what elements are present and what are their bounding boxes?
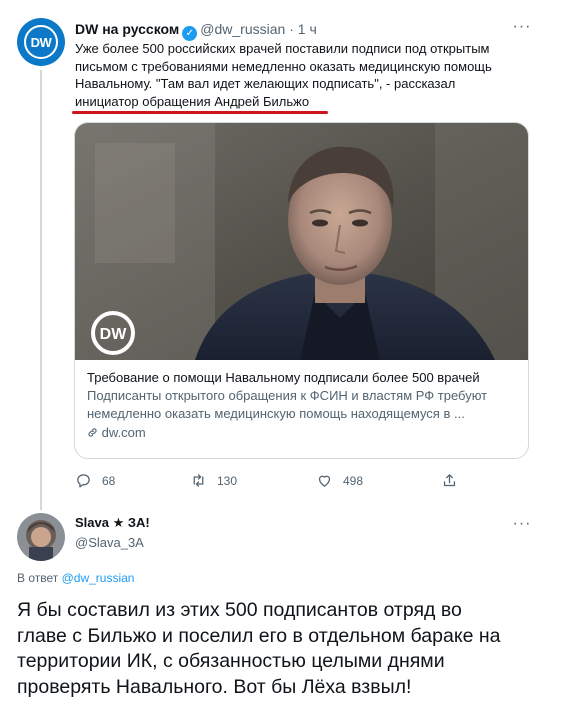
tweet-text-line: инициатор обращения Андрей Бильжо [75,93,310,109]
like-count: 498 [343,473,364,488]
card-link[interactable]: dw.com [87,424,517,442]
reply-text-line: территории ИК, с обязанностью целыми дня… [17,650,445,672]
retweet-icon [193,474,204,487]
dw-logo-text: DW [24,25,58,59]
reply-count: 68 [102,473,116,488]
tweet-actions: 68 130 498 [75,472,475,492]
tweet-text-line: Уже более 500 российских врачей поставил… [75,41,490,56]
retweet-count: 130 [217,473,238,488]
card-domain[interactable]: dw.com [102,425,146,440]
tweet-text: Уже более 500 российских врачей поставил… [75,40,535,110]
reply-handle-link[interactable]: @dw_russian [62,571,135,585]
author-name[interactable]: DW на русском [75,21,179,37]
tweet-reply-slava[interactable]: Slava ★ ЗА! @Slava_3A ··· В ответ @dw_ru… [0,505,564,705]
reply-author-name[interactable]: Slava ★ ЗА! [75,515,150,531]
separator-dot: · [289,21,294,37]
reply-button[interactable]: 68 [75,472,115,489]
link-card[interactable]: DW Требование о помощи Навальному подпис… [74,122,529,459]
verified-icon: ✓ [182,26,198,41]
tweet-text-line: Навальному. "Там вал идет желающих подпи… [75,76,456,91]
share-button[interactable] [441,472,458,489]
dw-avatar[interactable]: DW [17,18,65,66]
card-body[interactable]: Требование о помощи Навальному подписали… [87,369,517,442]
retweet-button[interactable]: 130 [190,472,237,489]
portrait-photo: DW [75,123,528,360]
avatar-image [17,513,65,561]
reply-prefix: В ответ [17,571,62,585]
red-underline-annotation [72,111,328,114]
more-icon[interactable]: ··· [510,19,534,35]
reply-icon [77,474,90,488]
card-description-line: Подписанты открытого обращения к ФСИН и … [87,388,488,403]
reply-context: В ответ @dw_russian [17,571,134,585]
reply-text-line: проверять Навального. Вот бы Лёха взвыл! [17,675,412,698]
author-handle[interactable]: @dw_russian [200,21,285,37]
like-icon [318,475,331,487]
reply-text-line: Я бы составил из этих 500 подписантов от… [17,599,462,621]
card-photo[interactable]: DW [75,123,528,360]
slava-avatar[interactable] [17,513,65,561]
tweet-header: DW на русском ✓ @dw_russian · 1 ч [75,20,317,41]
reply-text-line: главе с Бильжо и поселил его в отдельном… [17,624,501,647]
dw-watermark: DW [100,326,128,343]
reply-text: Я бы составил из этих 500 подписантов от… [17,598,547,700]
reply-author-handle[interactable]: @Slava_3A [75,535,144,550]
tweet-dw-russian[interactable]: DW DW на русском ✓ @dw_russian · 1 ч ··· У… [0,0,564,510]
link-icon [88,428,97,437]
tweet-time[interactable]: 1 ч [298,21,317,37]
like-button[interactable]: 498 [316,472,363,489]
card-title[interactable]: Требование о помощи Навальному подписали… [87,369,517,387]
thread-line [40,70,42,510]
tweet-text-line: письмом с требованиями немедленно оказат… [75,58,492,74]
share-icon [443,474,456,487]
more-icon[interactable]: ··· [510,516,534,532]
card-description-line: немедленно оказать медицинскую помощь на… [87,406,465,421]
